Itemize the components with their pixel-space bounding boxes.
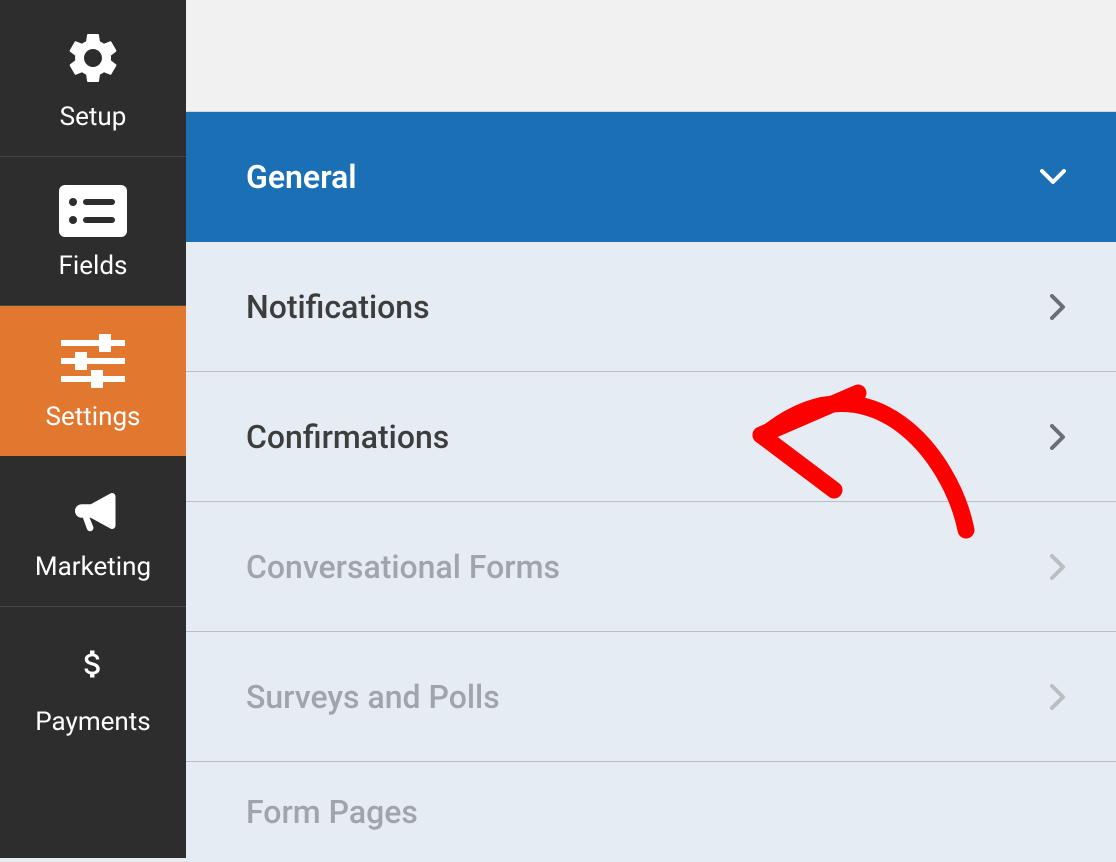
list-icon xyxy=(59,185,127,237)
sidebar-item-label: Payments xyxy=(35,707,150,737)
sidebar-item-marketing[interactable]: Marketing xyxy=(0,456,186,607)
sidebar-item-label: Fields xyxy=(59,251,128,281)
sidebar-item-label: Settings xyxy=(46,402,141,432)
chevron-right-icon xyxy=(1050,554,1066,580)
chevron-right-icon xyxy=(1050,424,1066,450)
settings-item-label: Surveys and Polls xyxy=(246,678,500,716)
settings-item-label: Notifications xyxy=(246,288,430,326)
dollar-icon xyxy=(75,635,111,693)
sidebar-item-settings[interactable]: Settings xyxy=(0,306,186,456)
megaphone-icon xyxy=(63,484,123,538)
chevron-right-icon xyxy=(1050,294,1066,320)
sliders-icon xyxy=(61,334,125,388)
settings-list: General Notifications Confirmations xyxy=(186,112,1116,862)
sidebar-item-setup[interactable]: Setup xyxy=(0,0,186,157)
sidebar-item-label: Marketing xyxy=(35,552,151,582)
settings-item-confirmations[interactable]: Confirmations xyxy=(186,372,1116,502)
settings-item-general[interactable]: General xyxy=(186,112,1116,242)
settings-item-label: Form Pages xyxy=(246,793,418,831)
sidebar-item-fields[interactable]: Fields xyxy=(0,157,186,306)
topbar xyxy=(186,0,1116,112)
main-content: General Notifications Confirmations xyxy=(186,0,1116,858)
sidebar-item-label: Setup xyxy=(60,102,127,132)
settings-item-surveys-polls[interactable]: Surveys and Polls xyxy=(186,632,1116,762)
sidebar: Setup Fields Settings xyxy=(0,0,186,858)
settings-item-notifications[interactable]: Notifications xyxy=(186,242,1116,372)
settings-item-label: General xyxy=(246,158,357,196)
settings-item-form-pages[interactable]: Form Pages xyxy=(186,762,1116,862)
settings-item-label: Confirmations xyxy=(246,418,449,456)
gear-icon xyxy=(63,28,123,88)
settings-item-conversational-forms[interactable]: Conversational Forms xyxy=(186,502,1116,632)
sidebar-item-payments[interactable]: Payments xyxy=(0,607,186,761)
chevron-right-icon xyxy=(1050,684,1066,710)
settings-item-label: Conversational Forms xyxy=(246,548,560,586)
chevron-down-icon xyxy=(1040,169,1066,185)
